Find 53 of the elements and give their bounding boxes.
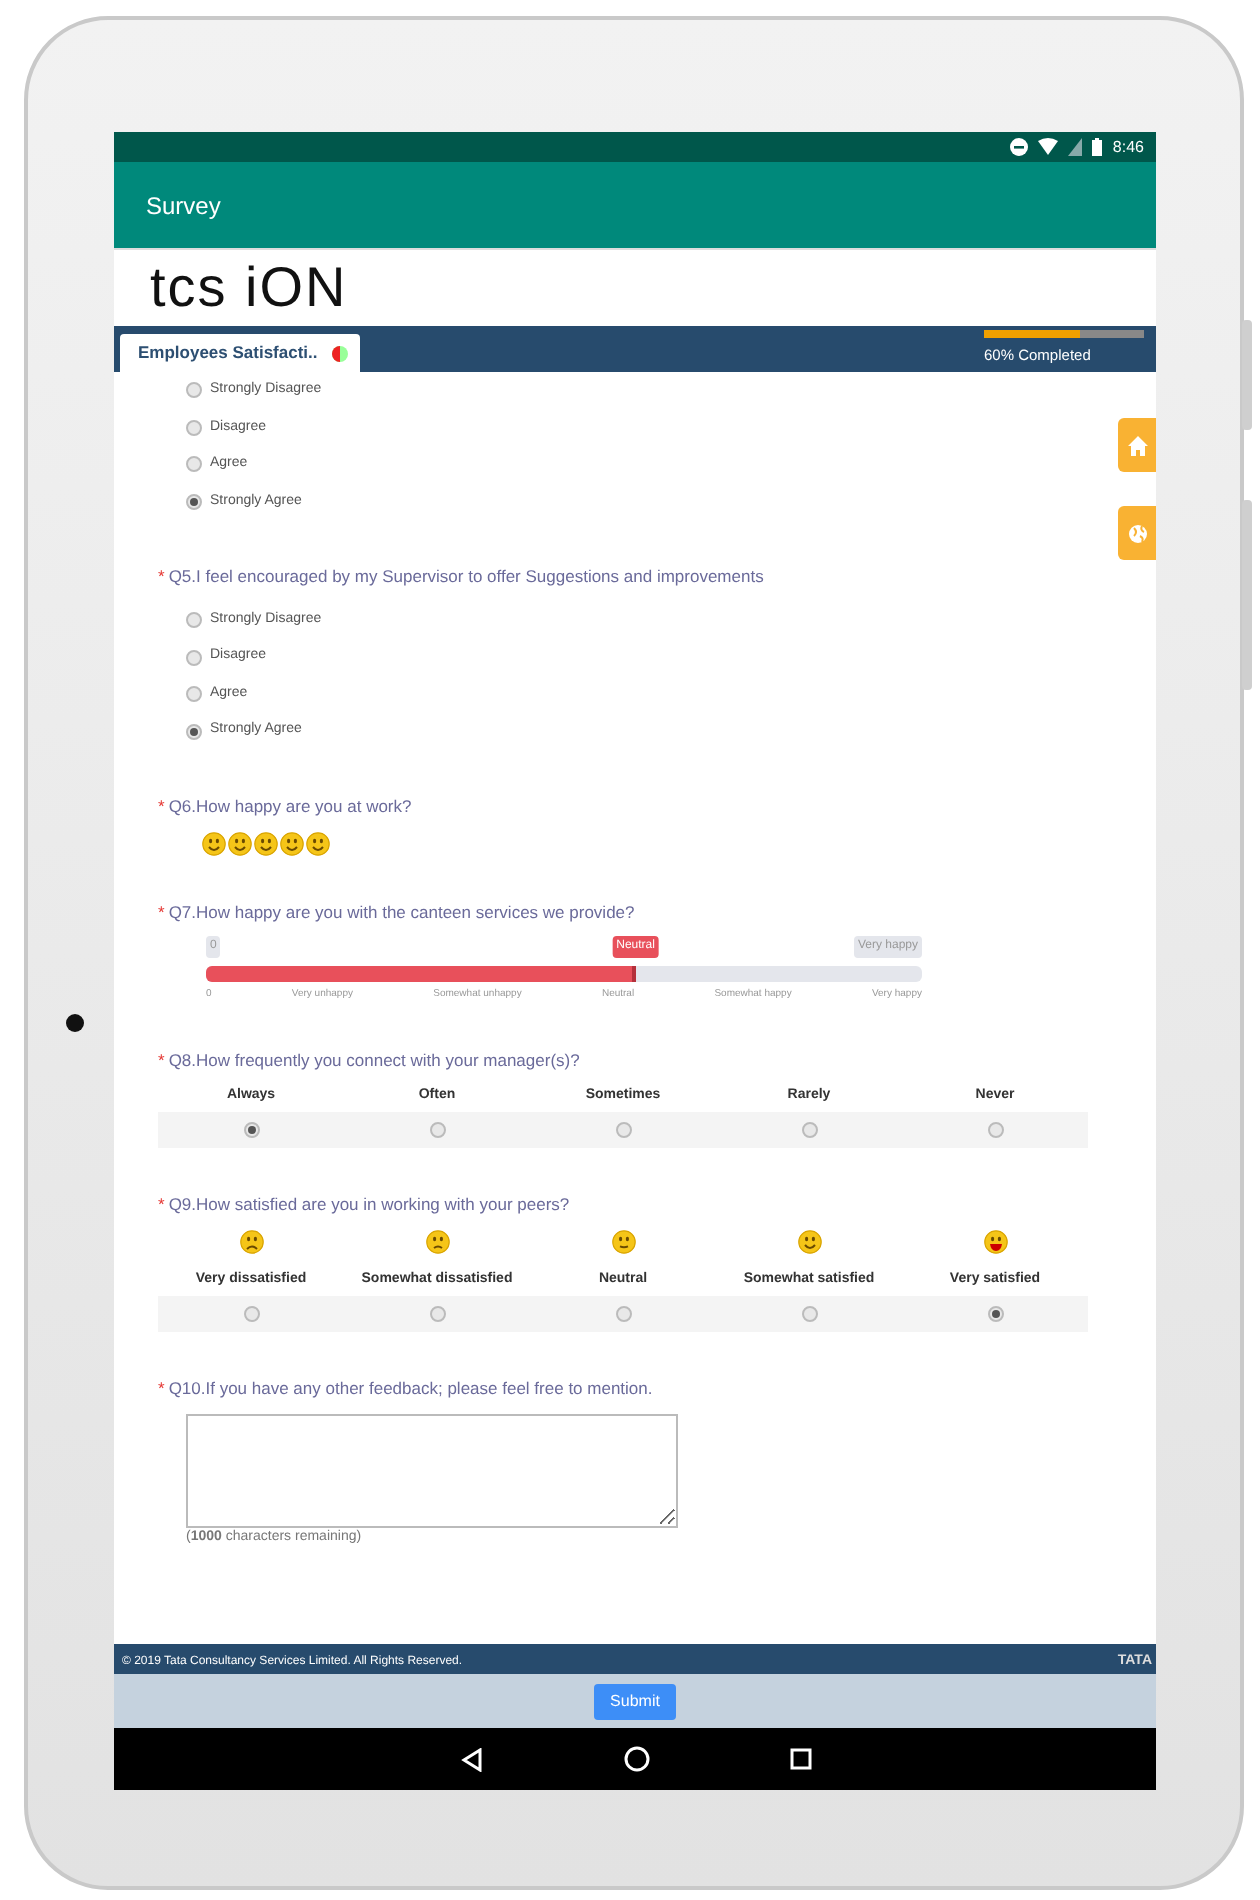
radio-button[interactable] <box>615 1306 631 1323</box>
smiley-icon[interactable] <box>228 831 252 855</box>
question-title: * Q10.If you have any other feedback; please feel free to mention. <box>158 1376 655 1402</box>
face-icon <box>239 1229 263 1254</box>
status-icon <box>329 343 350 363</box>
wifi-icon <box>1038 138 1059 156</box>
survey-tab[interactable]: Employees Satisfacti.. <box>120 334 360 372</box>
do-not-disturb-icon <box>1010 138 1029 156</box>
radio-button[interactable] <box>186 612 202 628</box>
radio-button[interactable] <box>243 1306 259 1323</box>
logo: tcs iON <box>150 260 348 316</box>
radio-button[interactable] <box>429 1306 445 1323</box>
question-title: * Q5.I feel encouraged by my Supervisor to offer Suggestions and improvements <box>158 564 766 590</box>
globe-button[interactable] <box>1118 506 1156 560</box>
smiley-icon[interactable] <box>254 831 278 855</box>
question-title: * Q9.How satisfied are you in working with your peers? <box>158 1192 572 1218</box>
globe-icon <box>1127 523 1147 543</box>
question-title: * Q7.How happy are you with the canteen services we provide? <box>158 899 637 925</box>
face-icon <box>797 1229 821 1254</box>
radio-button[interactable] <box>186 419 202 436</box>
app-title: Survey <box>114 162 1156 248</box>
radio-button[interactable] <box>801 1306 817 1323</box>
face-icon <box>611 1229 635 1254</box>
back-icon[interactable] <box>459 1747 483 1771</box>
smiley-icon[interactable] <box>306 831 330 855</box>
radio-button[interactable] <box>615 1122 631 1138</box>
home-icon <box>1127 435 1147 455</box>
radio-button[interactable] <box>801 1122 817 1138</box>
recents-icon[interactable] <box>789 1748 811 1770</box>
battery-icon <box>1092 138 1103 156</box>
feedback-field[interactable] <box>186 1414 678 1528</box>
slider-track[interactable] <box>206 966 922 983</box>
question-title: * Q6.How happy are you at work? <box>158 793 414 819</box>
clock: 8:46 <box>1112 135 1144 159</box>
smiley-icon[interactable] <box>280 831 304 855</box>
radio-button[interactable] <box>186 382 202 399</box>
home-button[interactable] <box>1118 418 1156 472</box>
signal-icon <box>1068 138 1083 156</box>
radio-button[interactable] <box>186 723 202 739</box>
radio-button[interactable] <box>987 1122 1003 1138</box>
face-icon <box>983 1229 1007 1254</box>
face-icon <box>425 1229 449 1254</box>
radio-button[interactable] <box>243 1122 259 1138</box>
camera-icon <box>66 1014 84 1032</box>
home-icon[interactable] <box>623 1746 649 1772</box>
radio-button[interactable] <box>186 686 202 702</box>
question-title: * Q8.How frequently you connect with your manager(s)? <box>158 1047 582 1073</box>
radio-button[interactable] <box>987 1306 1003 1323</box>
smiley-icon[interactable] <box>202 831 226 855</box>
radio-button[interactable] <box>186 456 202 473</box>
radio-button[interactable] <box>429 1122 445 1138</box>
radio-button[interactable] <box>186 493 202 510</box>
radio-button[interactable] <box>186 649 202 665</box>
